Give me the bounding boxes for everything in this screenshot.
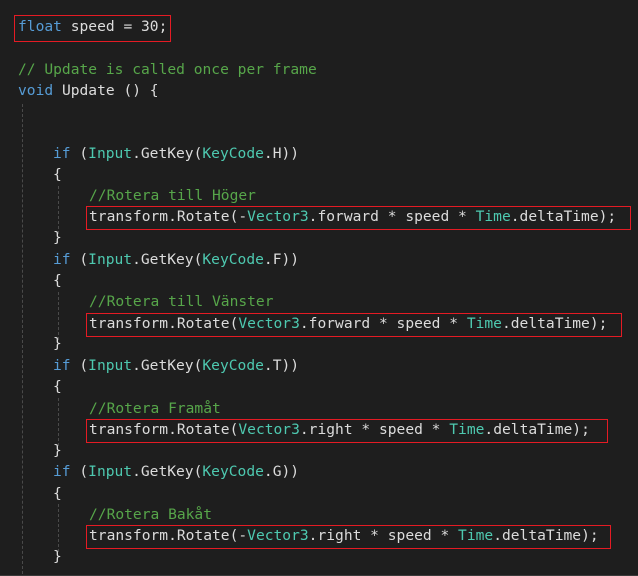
code-comment: //Rotera Framåt [89, 400, 221, 417]
code-comment: //Rotera till Vänster [89, 293, 274, 310]
code-brace-close: } [53, 229, 62, 246]
indent-guide-block-t [58, 398, 59, 446]
type-time: Time [466, 315, 502, 332]
type-time: Time [475, 208, 511, 225]
code-line-rotate-g: transform.Rotate(-Vector3.right * speed … [89, 527, 599, 544]
keyword-float: float [18, 18, 62, 35]
type-input: Input [88, 357, 133, 374]
keyword-if: if [53, 251, 71, 268]
code-line-if-g: if (Input.GetKey(KeyCode.G)) [53, 463, 300, 480]
code-brace-close: } [53, 442, 62, 459]
keyword-void: void [18, 82, 54, 99]
code-brace-open: { [53, 166, 62, 183]
type-vector3: Vector3 [238, 421, 300, 438]
keyword-if: if [53, 145, 71, 162]
keyword-if: if [53, 463, 71, 480]
code-line-method-declaration: void Update () { [18, 80, 159, 102]
code-comment: //Rotera Bakåt [89, 506, 213, 523]
code-brace-close: } [53, 335, 62, 352]
code-line-if-f: if (Input.GetKey(KeyCode.F)) [53, 251, 300, 268]
method-rest: Update () { [53, 82, 159, 99]
type-input: Input [88, 251, 133, 268]
type-keycode: KeyCode [202, 145, 264, 162]
type-keycode: KeyCode [202, 463, 264, 480]
code-comment-update: // Update is called once per frame [18, 61, 317, 78]
type-input: Input [88, 145, 133, 162]
indent-guide-method [22, 104, 23, 574]
code-brace-open: { [53, 378, 62, 395]
type-keycode: KeyCode [202, 357, 264, 374]
code-line-rotate-h: transform.Rotate(-Vector3.forward * spee… [89, 208, 617, 225]
type-vector3: Vector3 [247, 527, 309, 544]
code-editor[interactable]: float speed = 30; // Update is called on… [0, 0, 638, 576]
code-brace-close: } [53, 548, 62, 565]
code-line-rotate-t: transform.Rotate(Vector3.right * speed *… [89, 421, 590, 438]
field-rest: speed = 30; [61, 18, 168, 35]
code-comment: //Rotera till Höger [89, 187, 256, 204]
code-brace-open: { [53, 272, 62, 289]
type-vector3: Vector3 [238, 315, 300, 332]
type-time: Time [458, 527, 494, 544]
type-time: Time [449, 421, 485, 438]
code-line-rotate-f: transform.Rotate(Vector3.forward * speed… [89, 315, 608, 332]
code-brace-open: { [53, 485, 62, 502]
code-line-if-t: if (Input.GetKey(KeyCode.T)) [53, 357, 300, 374]
keyword-if: if [53, 357, 71, 374]
type-keycode: KeyCode [202, 251, 264, 268]
indent-guide-block-g [58, 504, 59, 552]
code-line-field-declaration: float speed = 30; [18, 16, 167, 38]
type-vector3: Vector3 [247, 208, 309, 225]
code-line-if-h: if (Input.GetKey(KeyCode.H)) [53, 145, 300, 162]
type-input: Input [88, 463, 133, 480]
